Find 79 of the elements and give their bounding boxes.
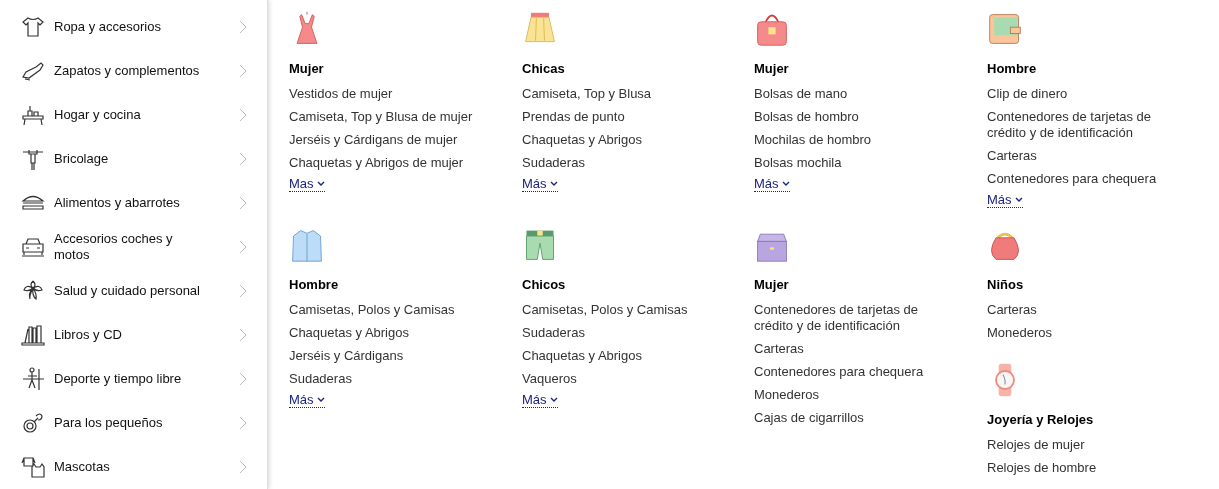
more-link[interactable]: Más xyxy=(289,392,325,408)
chevron-right-icon xyxy=(239,416,247,430)
subcategory-link[interactable]: Chaquetas y Abrigos de mujer xyxy=(289,152,489,175)
subcategory-link[interactable]: Chaquetas y Abrigos xyxy=(289,322,489,345)
subcategory-link[interactable]: Clip de dinero xyxy=(987,83,1187,106)
section-title: Chicos xyxy=(522,276,566,294)
section-title: Mujer xyxy=(754,60,789,78)
caret-icon xyxy=(549,181,558,186)
category-item[interactable]: Ropa y accesorios xyxy=(0,5,267,49)
more-link[interactable]: Más xyxy=(754,176,790,192)
category-item[interactable]: Alimentos y abarrotes xyxy=(0,181,267,225)
subcategory-link[interactable]: Bolsas de hombro xyxy=(754,106,954,129)
hiker-icon xyxy=(20,366,46,392)
caret-icon xyxy=(549,397,558,402)
category-item[interactable]: Hogar y cocina xyxy=(0,93,267,137)
subcategory-link[interactable]: Camisetas, Polos y Camisas xyxy=(522,299,722,322)
category-item[interactable]: Salud y cuidado personal xyxy=(0,269,267,313)
subcategory-link[interactable]: Bolsas de mano xyxy=(754,83,954,106)
subcategory-link[interactable]: Relojes de hombre xyxy=(987,457,1187,480)
subcategory-link[interactable]: Sudaderas xyxy=(522,152,722,175)
chevron-right-icon xyxy=(239,284,247,298)
subcategory-link[interactable]: Monederos xyxy=(987,322,1187,345)
subcategory-link[interactable]: Sudaderas xyxy=(289,368,489,391)
subcategory-link[interactable]: Camisetas, Polos y Camisas xyxy=(289,299,489,322)
chevron-right-icon xyxy=(239,20,247,34)
subcategory-link[interactable]: Carteras xyxy=(987,145,1187,168)
subcategory-link[interactable]: Bolsas mochila xyxy=(754,152,954,175)
chevron-right-icon xyxy=(239,64,247,78)
chevron-right-icon xyxy=(239,196,247,210)
section-title: Mujer xyxy=(754,276,789,294)
subcategory-link[interactable]: Vestidos de mujer xyxy=(289,83,489,106)
chevron-right-icon xyxy=(239,108,247,122)
subcategory-link[interactable]: Mochilas de hombro xyxy=(754,129,954,152)
subcategory-link[interactable]: Relojes de mujer xyxy=(987,434,1187,457)
caret-icon xyxy=(316,397,325,402)
subcategory-link[interactable]: Prendas de punto xyxy=(522,106,722,129)
pacifier-icon xyxy=(20,410,46,436)
section-title: Niños xyxy=(987,276,1024,294)
subcategory-link[interactable]: Carteras xyxy=(987,299,1187,322)
subcategory-link[interactable]: Monederos xyxy=(754,384,954,407)
category-item[interactable]: Deporte y tiempo libre xyxy=(0,357,267,401)
category-item[interactable]: Accesorios coches y motos xyxy=(0,225,267,269)
caret-icon xyxy=(781,181,790,186)
books-icon xyxy=(20,322,46,348)
category-item[interactable]: Para los pequeños xyxy=(0,401,267,445)
subcategory-link[interactable]: Chaquetas y Abrigos xyxy=(522,129,722,152)
subcategory-link[interactable]: Contenedores para chequera xyxy=(754,361,954,384)
subcategory-link[interactable]: Cajas de cigarrillos xyxy=(754,407,954,430)
chevron-right-icon xyxy=(239,152,247,166)
subcategory-link[interactable]: Jerséis y Cárdigans xyxy=(289,345,489,368)
category-item[interactable]: Zapatos y complementos xyxy=(0,49,267,93)
subcategory-link[interactable]: Contenedores de tarjetas de crédito y de identificación xyxy=(987,106,1187,145)
more-link[interactable]: Más xyxy=(987,192,1023,208)
subcategory-link[interactable]: Jerséis y Cárdigans de mujer xyxy=(289,129,489,152)
subcategory-link[interactable]: Chaquetas y Abrigos xyxy=(522,345,722,368)
subcategory-link[interactable]: Camiseta, Top y Blusa xyxy=(522,83,722,106)
subcategory-link[interactable]: Carteras xyxy=(754,338,954,361)
chevron-right-icon xyxy=(239,240,247,254)
chevron-right-icon xyxy=(239,460,247,474)
more-link[interactable]: Más xyxy=(522,392,558,408)
subcategory-link[interactable]: Vaqueros xyxy=(522,368,722,391)
subcategory-link[interactable]: Sudaderas xyxy=(522,322,722,345)
chevron-right-icon xyxy=(239,372,247,386)
chevron-right-icon xyxy=(239,328,247,342)
subcategory-link[interactable]: Camiseta, Top y Blusa de mujer xyxy=(289,106,489,129)
section-title: Hombre xyxy=(987,60,1037,78)
caret-icon xyxy=(1014,197,1023,202)
category-item[interactable]: Mascotas xyxy=(0,445,267,489)
category-item[interactable]: Bricolage xyxy=(0,137,267,181)
more-link[interactable]: Más xyxy=(522,176,558,192)
category-item[interactable]: Libros y CD xyxy=(0,313,267,357)
subcategory-link[interactable]: Contenedores para chequera xyxy=(987,168,1187,191)
section-title: Joyería y Relojes xyxy=(987,411,1094,429)
caret-icon xyxy=(316,181,325,186)
section-title: Mujer xyxy=(289,60,324,78)
more-link[interactable]: Mas xyxy=(289,176,325,192)
section-title: Hombre xyxy=(289,276,339,294)
subcategory-link[interactable]: Contenedores de tarjetas de crédito y de identificación xyxy=(754,299,954,338)
section-title: Chicas xyxy=(522,60,565,78)
